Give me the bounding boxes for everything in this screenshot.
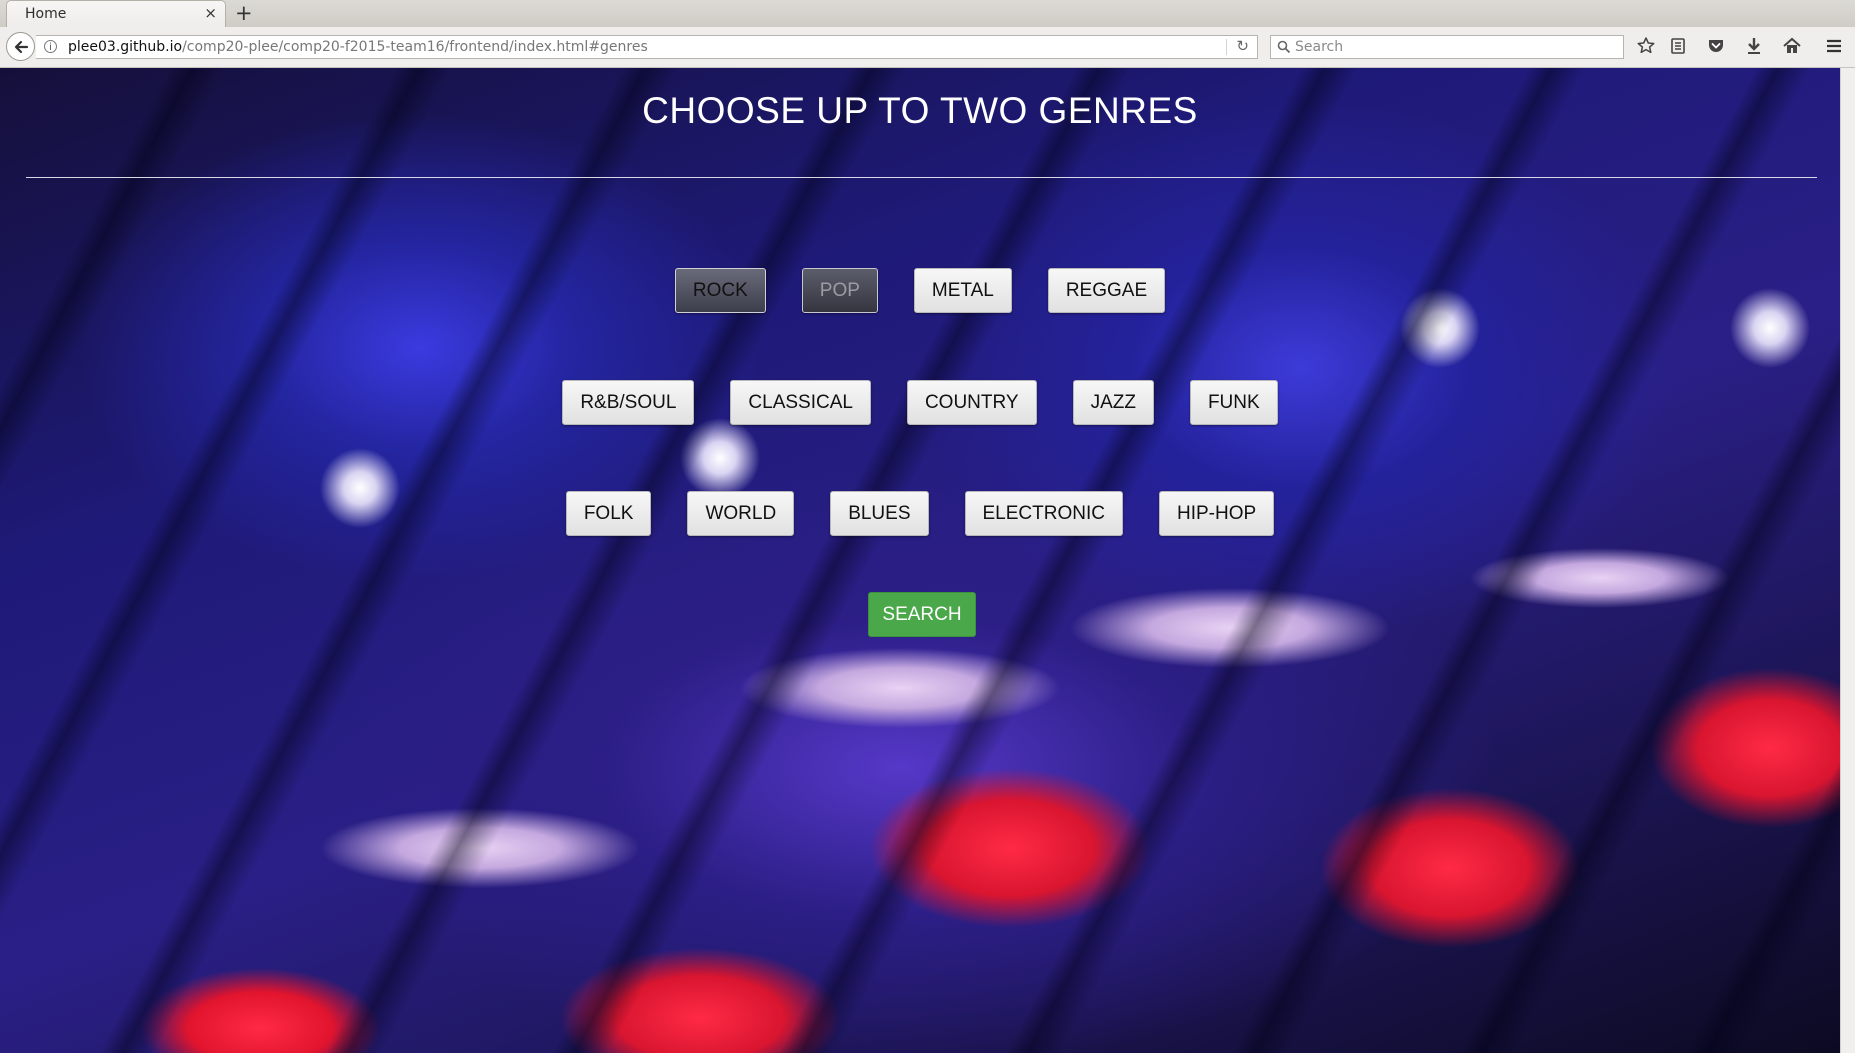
close-tab-icon[interactable]: × [204, 4, 217, 22]
genre-page: CHOOSE UP TO TWO GENRES ROCK POP METAL R… [0, 68, 1840, 1053]
url-bar[interactable]: i plee03.github.io/comp20-plee/comp20-f2… [36, 35, 1258, 59]
tab-title: Home [25, 6, 67, 22]
genre-button-classical[interactable]: CLASSICAL [730, 380, 871, 425]
home-icon[interactable] [1781, 35, 1803, 57]
genre-button-electronic[interactable]: ELECTRONIC [964, 491, 1123, 536]
genre-button-folk[interactable]: FOLK [565, 491, 652, 536]
reload-icon[interactable]: ↻ [1236, 37, 1249, 55]
url-divider [1226, 39, 1227, 55]
url-text: plee03.github.io/comp20-plee/comp20-f201… [68, 39, 648, 55]
pocket-icon[interactable] [1705, 35, 1727, 57]
back-arrow-icon [14, 40, 28, 53]
genre-button-jazz[interactable]: JAZZ [1072, 380, 1154, 425]
bookmarks-list-icon[interactable] [1667, 35, 1689, 57]
genre-row-3: FOLK WORLD BLUES ELECTRONIC HIP-HOP [0, 491, 1840, 536]
bookmark-star-icon[interactable] [1635, 35, 1657, 57]
url-path: /comp20-plee/comp20-f2015-team16/fronten… [182, 39, 648, 55]
genre-button-metal[interactable]: METAL [913, 268, 1012, 313]
page-title: CHOOSE UP TO TWO GENRES [642, 90, 1198, 131]
genre-button-blues[interactable]: BLUES [830, 491, 929, 536]
tab-home[interactable]: Home × [6, 0, 226, 27]
genre-button-world[interactable]: WORLD [687, 491, 795, 536]
genre-button-reggae[interactable]: REGGAE [1047, 268, 1166, 313]
search-button[interactable]: SEARCH [868, 592, 976, 637]
navigation-bar: i plee03.github.io/comp20-plee/comp20-f2… [0, 27, 1855, 68]
genre-button-funk[interactable]: FUNK [1189, 380, 1278, 425]
genre-row-1: ROCK POP METAL REGGAE [0, 268, 1840, 313]
genre-row-2: R&B/SOUL CLASSICAL COUNTRY JAZZ FUNK [0, 380, 1840, 425]
divider [26, 177, 1817, 178]
download-icon[interactable] [1743, 35, 1765, 57]
search-bar[interactable]: Search [1270, 35, 1624, 59]
genre-button-pop[interactable]: POP [801, 268, 878, 313]
new-tab-icon[interactable]: + [235, 1, 253, 25]
search-icon [1277, 40, 1291, 54]
search-placeholder: Search [1295, 39, 1344, 55]
menu-icon[interactable] [1823, 35, 1845, 57]
tab-bar: Home × + [0, 0, 1855, 28]
url-host: plee03.github.io [68, 39, 183, 55]
genre-button-rnb-soul[interactable]: R&B/SOUL [562, 380, 695, 425]
genre-button-hip-hop[interactable]: HIP-HOP [1158, 491, 1275, 536]
genre-button-rock[interactable]: ROCK [674, 268, 766, 313]
back-button[interactable] [6, 32, 35, 61]
site-info-icon[interactable]: i [44, 40, 57, 53]
scrollbar[interactable] [1840, 68, 1855, 1053]
genre-button-country[interactable]: COUNTRY [906, 380, 1037, 425]
